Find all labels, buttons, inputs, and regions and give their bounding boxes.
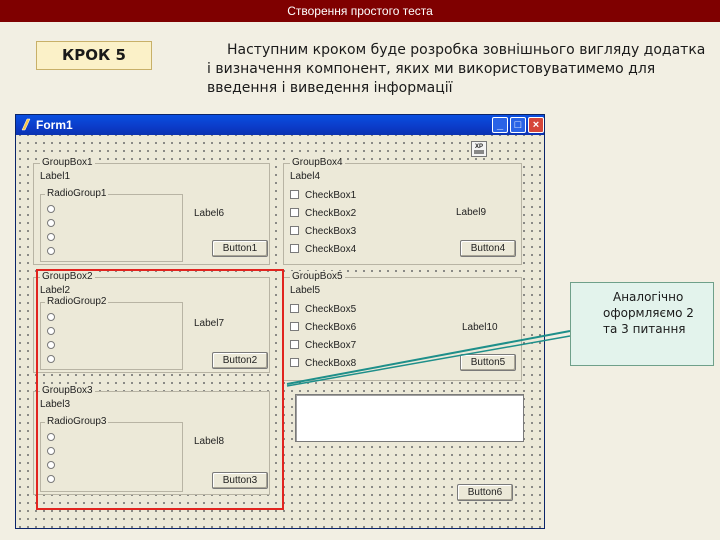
callout-text: Аналогічно оформляємо 2 та 3 питання [603,290,694,336]
callout-arrow-line [286,330,571,385]
callout-arrow-line [286,335,571,387]
callout-arrows [286,330,571,387]
callout-note: Аналогічно оформляємо 2 та 3 питання [570,282,714,366]
